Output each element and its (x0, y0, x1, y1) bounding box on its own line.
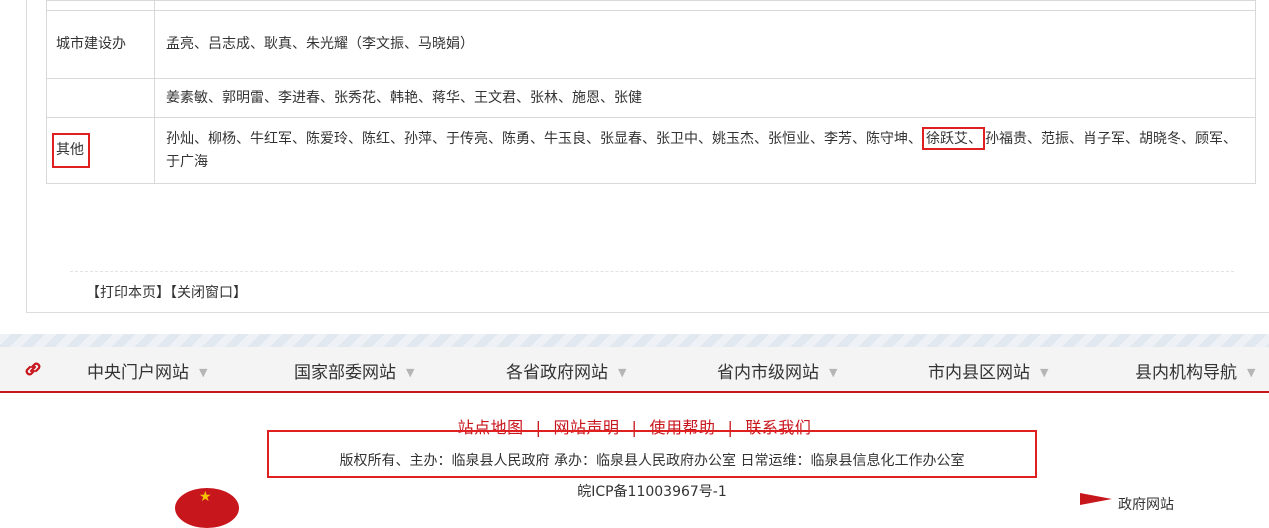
table-row: 姜素敏、郭明雷、李进春、张秀花、韩艳、蒋华、王文君、张林、施恩、张健 (46, 78, 1256, 118)
nav-item-label: 县内机构导航 (1135, 363, 1237, 383)
table-cell (154, 0, 1256, 11)
nav-item-central[interactable]: 中央门户网站 ▼ (87, 358, 207, 383)
names-part-a: 孙灿、柳杨、牛红军、陈爱玲、陈红、孙萍、于传亮、陈勇、牛玉良、张显春、张卫中、姚… (166, 130, 922, 147)
nav-item-label: 各省政府网站 (506, 363, 608, 383)
nav-item-agencies[interactable]: 县内机构导航 ▼ (1135, 358, 1255, 383)
nav-item-label: 省内市级网站 (717, 363, 819, 383)
nav-item-cities[interactable]: 省内市级网站 ▼ (717, 358, 837, 383)
nav-item-districts[interactable]: 市内县区网站 ▼ (928, 358, 1048, 383)
emblem-star-icon: ★ (199, 489, 212, 505)
nav-item-label: 市内县区网站 (928, 363, 1030, 383)
site-nav-bar: 中央门户网站 ▼ 国家部委网站 ▼ 各省政府网站 ▼ 省内市级网站 ▼ 市内县区网站 ▼ … (0, 347, 1269, 393)
row-names: 孟亮、吕志成、耿真、朱光耀（李文振、马晓娟） (154, 10, 1256, 79)
print-links: 【打印本页】【关闭窗口】 (86, 282, 247, 302)
highlighted-label: 其他 (52, 133, 90, 168)
red-flag-icon (1080, 493, 1112, 505)
dropdown-caret-icon: ▼ (1247, 366, 1256, 379)
nav-item-ministries[interactable]: 国家部委网站 ▼ (294, 358, 414, 383)
table-row: 城市建设办 孟亮、吕志成、耿真、朱光耀（李文振、马晓娟） (46, 10, 1256, 79)
table-cell (46, 0, 155, 11)
dropdown-caret-icon: ▼ (406, 366, 415, 379)
nav-item-provinces[interactable]: 各省政府网站 ▼ (506, 358, 626, 383)
row-names: 孙灿、柳杨、牛红军、陈爱玲、陈红、孙萍、于传亮、陈勇、牛玉良、张显春、张卫中、姚… (154, 117, 1256, 184)
dropdown-caret-icon: ▼ (1040, 366, 1049, 379)
dropdown-caret-icon: ▼ (618, 366, 627, 379)
nav-item-label: 国家部委网站 (294, 363, 396, 383)
copyright-text: 版权所有、主办：临泉县人民政府 承办：临泉县人民政府办公室 日常运维：临泉县信息… (339, 453, 965, 469)
row-label-text: 城市建设办 (56, 36, 126, 52)
decorative-band (0, 334, 1269, 347)
dropdown-caret-icon: ▼ (829, 366, 838, 379)
dropdown-caret-icon: ▼ (199, 366, 208, 379)
table-row: 其他 孙灿、柳杨、牛红军、陈爱玲、陈红、孙萍、于传亮、陈勇、牛玉良、张显春、张卫… (46, 117, 1256, 184)
row-label: 城市建设办 (46, 10, 155, 79)
nav-item-label: 中央门户网站 (87, 363, 189, 383)
member-table: 城市建设办 孟亮、吕志成、耿真、朱光耀（李文振、马晓娟） 姜素敏、郭明雷、李进春… (46, 0, 1256, 184)
chain-link-icon (25, 362, 41, 376)
row-label: 其他 (46, 117, 155, 184)
highlighted-name: 徐跃艾、 (922, 126, 985, 150)
divider (70, 271, 1234, 272)
table-row (46, 0, 1256, 11)
close-window-link[interactable]: 【关闭窗口】 (170, 285, 247, 301)
print-page-link[interactable]: 【打印本页】 (86, 285, 170, 301)
row-names: 姜素敏、郭明雷、李进春、张秀花、韩艳、蒋华、王文君、张林、施恩、张健 (154, 78, 1256, 118)
gov-site-badge-text[interactable]: 政府网站 (1118, 494, 1174, 514)
row-label (46, 78, 155, 118)
